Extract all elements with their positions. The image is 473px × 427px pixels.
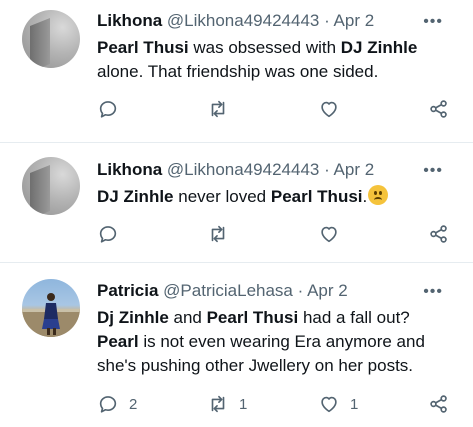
author-handle[interactable]: @Likhona49424443	[167, 160, 319, 179]
plain-text: she's pushing other Jwellery on her post…	[97, 356, 414, 375]
share-button[interactable]	[428, 98, 450, 120]
reply-icon	[99, 226, 117, 243]
reply-icon	[99, 101, 117, 118]
like-button[interactable]	[318, 223, 350, 245]
tweet-2[interactable]: Likhona @Likhona49424443 · Apr 2 ••• DJ …	[0, 143, 473, 263]
like-count: 1	[350, 395, 359, 413]
like-icon	[321, 101, 337, 118]
tweet-date[interactable]: · Apr 2	[324, 160, 374, 179]
tweet-actions: 2 1 1	[0, 393, 473, 423]
plain-text: is not even wearing Era anymore and	[138, 332, 425, 351]
plain-text: had a fall out?	[298, 308, 410, 327]
more-options-icon[interactable]: •••	[423, 163, 443, 179]
tweet-header: Likhona @Likhona49424443 · Apr 2	[97, 159, 374, 181]
author-name[interactable]: Likhona	[97, 160, 162, 179]
plain-text: was obsessed with	[188, 38, 341, 57]
author-name[interactable]: Likhona	[97, 11, 162, 30]
tweet-actions	[0, 223, 473, 253]
share-button[interactable]	[428, 223, 450, 245]
tweet-text: Pearl Thusi was obsessed with DJ Zinhle …	[97, 36, 417, 84]
tweet-text: DJ Zinhle never loved Pearl Thusi.	[97, 185, 389, 209]
retweet-button[interactable]	[207, 98, 239, 120]
mention-text: Pearl Thusi	[97, 38, 189, 57]
mention-text: DJ Zinhle	[97, 187, 174, 206]
plain-text: and	[168, 308, 207, 327]
share-icon	[430, 395, 447, 413]
like-icon	[321, 226, 337, 243]
mention-text: Pearl Thusi	[206, 308, 299, 327]
avatar[interactable]	[22, 279, 80, 337]
mention-text: Pearl	[97, 332, 139, 351]
retweet-button[interactable]: 1	[207, 393, 247, 415]
like-icon	[321, 396, 337, 413]
author-handle[interactable]: @Likhona49424443	[167, 11, 319, 30]
tweet-header: Likhona @Likhona49424443 · Apr 2	[97, 10, 374, 32]
share-button[interactable]	[428, 393, 450, 415]
reply-button[interactable]	[97, 98, 129, 120]
tweet-feed: Likhona @Likhona49424443 · Apr 2 ••• Pea…	[0, 0, 473, 427]
plain-text: never loved	[173, 187, 271, 206]
tweet-3[interactable]: Patricia @PatriciaLehasa · Apr 2 ••• Dj …	[0, 263, 473, 427]
retweet-icon	[211, 225, 225, 243]
confused-face-icon	[368, 185, 389, 205]
more-options-icon[interactable]: •••	[423, 284, 443, 300]
like-button[interactable]	[318, 98, 350, 120]
mention-text: DJ Zinhle	[340, 38, 418, 57]
avatar[interactable]	[22, 10, 80, 68]
reply-button[interactable]	[97, 223, 129, 245]
reply-button[interactable]: 2	[97, 393, 137, 415]
person-photo-icon	[22, 293, 80, 337]
retweet-icon	[211, 100, 225, 118]
retweet-icon	[211, 395, 225, 413]
mention-text: Dj Zinhle	[97, 308, 169, 327]
tweet-header: Patricia @PatriciaLehasa · Apr 2	[97, 280, 348, 302]
reply-count: 2	[129, 395, 138, 413]
tweet-date[interactable]: · Apr 2	[324, 11, 374, 30]
mention-text: Pearl Thusi	[270, 187, 363, 206]
tweet-actions	[0, 98, 473, 128]
tweet-1[interactable]: Likhona @Likhona49424443 · Apr 2 ••• Pea…	[0, 0, 473, 143]
more-options-icon[interactable]: •••	[423, 14, 443, 30]
share-icon	[430, 225, 447, 243]
author-name[interactable]: Patricia	[97, 281, 158, 300]
like-button[interactable]: 1	[318, 393, 358, 415]
author-handle[interactable]: @PatriciaLehasa	[163, 281, 293, 300]
tweet-date[interactable]: · Apr 2	[298, 281, 348, 300]
plain-text: alone. That friendship was one sided.	[97, 62, 379, 81]
plain-text: .	[362, 187, 368, 206]
retweet-count: 1	[239, 395, 248, 413]
retweet-button[interactable]	[207, 223, 239, 245]
tweet-text: Dj Zinhle and Pearl Thusi had a fall out…	[97, 306, 425, 378]
reply-icon	[99, 396, 117, 413]
share-icon	[430, 100, 447, 118]
avatar[interactable]	[22, 157, 80, 215]
